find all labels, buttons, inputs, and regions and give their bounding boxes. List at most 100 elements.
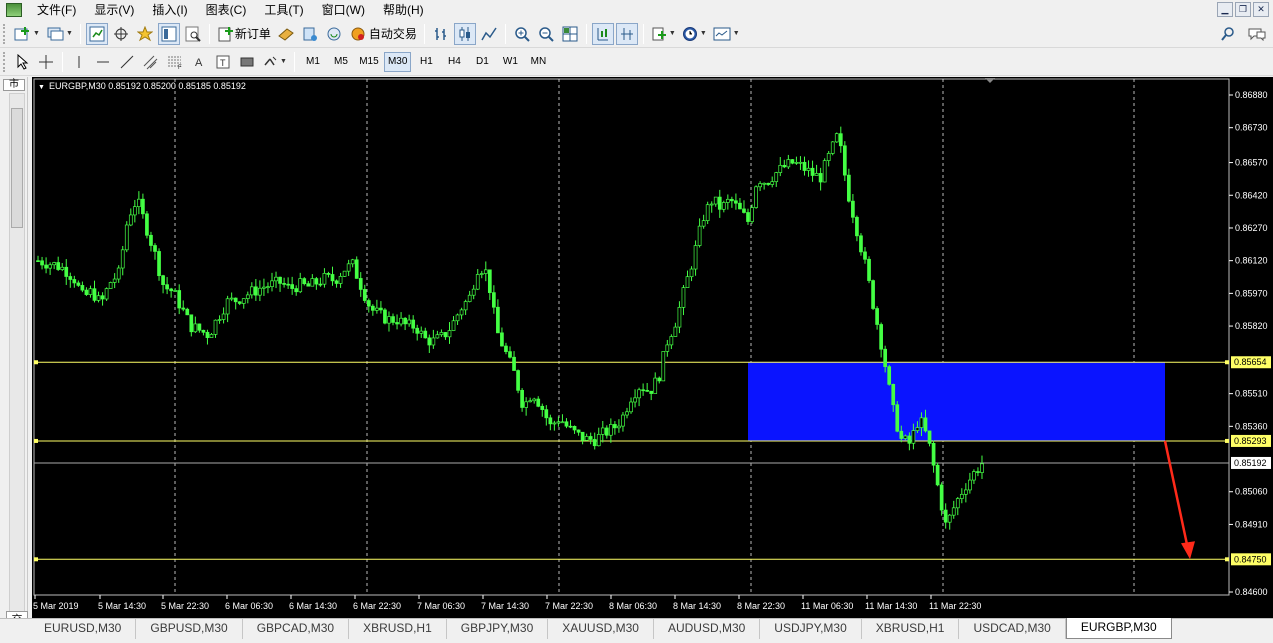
- candle-body: [875, 308, 879, 325]
- candle-body: [754, 186, 758, 208]
- profiles-button[interactable]: ▼: [44, 23, 75, 45]
- zoom-in-button[interactable]: [511, 23, 533, 45]
- chart-tab[interactable]: AUDUSD,M30: [654, 619, 761, 639]
- candle-body: [810, 167, 815, 176]
- candle-body: [963, 489, 968, 495]
- timeframe-m15[interactable]: M15: [356, 52, 382, 72]
- candle-body: [774, 172, 779, 183]
- navigator-button[interactable]: [134, 23, 156, 45]
- candlestick-button[interactable]: [453, 22, 476, 45]
- search-icon[interactable]: [1221, 26, 1235, 41]
- candle-body: [366, 300, 371, 307]
- fibonacci-tool[interactable]: F: [164, 51, 186, 73]
- candle-body: [540, 405, 545, 410]
- menu-help[interactable]: 帮助(H): [374, 0, 433, 20]
- text-tool[interactable]: A: [188, 51, 210, 73]
- auto-trading-button[interactable]: 自动交易: [347, 23, 419, 45]
- market-watch-button[interactable]: [85, 22, 108, 45]
- timeframe-m1[interactable]: M1: [300, 52, 326, 72]
- chart-tab[interactable]: USDJPY,M30: [760, 619, 862, 639]
- chart-tab[interactable]: GBPUSD,M30: [136, 619, 243, 639]
- minimize-button[interactable]: ▁: [1217, 2, 1233, 17]
- arrows-tool[interactable]: ▼: [260, 51, 289, 73]
- chart-tab[interactable]: XAUUSD,M30: [548, 619, 654, 639]
- vertical-line-tool[interactable]: [68, 51, 90, 73]
- bar-chart-button[interactable]: [430, 23, 452, 45]
- line-chart-button[interactable]: [478, 23, 500, 45]
- new-order-button[interactable]: 新订单: [215, 23, 273, 45]
- y-axis-label: 0.86420: [1235, 190, 1268, 200]
- timeframe-w1[interactable]: W1: [497, 52, 523, 72]
- chart-tab[interactable]: XBRUSD,H1: [349, 619, 447, 639]
- candle-body: [141, 198, 145, 215]
- menu-chart[interactable]: 图表(C): [197, 0, 256, 20]
- cursor-tool[interactable]: [11, 51, 33, 73]
- candle-body: [887, 366, 892, 385]
- strategy-tester-button[interactable]: [182, 23, 204, 45]
- app-icon[interactable]: [6, 3, 22, 17]
- chart-tab-active[interactable]: EURGBP,M30: [1065, 618, 1172, 639]
- market-watch-tab[interactable]: 市: [3, 79, 25, 91]
- chart-tab[interactable]: EURUSD,M30: [30, 619, 137, 639]
- auto-scroll-button[interactable]: [591, 22, 614, 45]
- chart-collapse-icon[interactable]: ▼: [38, 84, 45, 91]
- candle-body: [738, 202, 742, 210]
- trendline-tool[interactable]: [116, 51, 138, 73]
- horizontal-line-tool[interactable]: [92, 51, 114, 73]
- tile-windows-button[interactable]: [559, 23, 581, 45]
- zoom-out-button[interactable]: [535, 23, 557, 45]
- candle-body: [532, 398, 537, 402]
- chart-shift-button[interactable]: [615, 22, 638, 45]
- indicators-button[interactable]: ▼: [649, 23, 678, 45]
- chart-tab[interactable]: GBPCAD,M30: [243, 619, 350, 639]
- periods-button[interactable]: ▼: [680, 23, 709, 45]
- x-axis-label: 8 Mar 22:30: [737, 601, 785, 611]
- menu-insert[interactable]: 插入(I): [143, 0, 196, 20]
- new-chart-button[interactable]: ▼: [11, 23, 42, 45]
- restore-button[interactable]: ❐: [1235, 2, 1251, 17]
- candle-body: [717, 196, 722, 210]
- data-window-button[interactable]: [110, 23, 132, 45]
- chart-window[interactable]: 0.86880 0.86730 0.86570 0.86420 0.86270 0.861…: [32, 77, 1273, 618]
- text-label-tool[interactable]: T: [212, 51, 234, 73]
- candle-body: [830, 141, 835, 154]
- candle-body: [701, 220, 706, 227]
- timeframe-h4[interactable]: H4: [441, 52, 467, 72]
- timeframe-h1[interactable]: H1: [413, 52, 439, 72]
- toolbar-grip-2[interactable]: [3, 51, 7, 72]
- candle-body: [661, 351, 666, 382]
- rectangle-tool[interactable]: [236, 51, 258, 73]
- candle-body: [451, 320, 456, 331]
- chart-tab[interactable]: GBPJPY,M30: [447, 619, 549, 639]
- menu-tools[interactable]: 工具(T): [255, 0, 312, 20]
- candle-body: [496, 306, 500, 334]
- metaeditor-button[interactable]: [275, 23, 297, 45]
- market-button[interactable]: [323, 23, 345, 45]
- crosshair-tool[interactable]: [35, 51, 57, 73]
- new-chart-icon: [14, 26, 29, 40]
- chat-icon[interactable]: [1247, 27, 1267, 41]
- signals-button[interactable]: [299, 23, 321, 45]
- menu-window[interactable]: 窗口(W): [313, 0, 374, 20]
- panel-scroll-thumb[interactable]: [11, 108, 23, 228]
- equidistant-channel-tool[interactable]: [140, 51, 162, 73]
- timeframe-m30[interactable]: M30: [383, 51, 412, 72]
- panel-scrollbar[interactable]: [9, 93, 25, 613]
- candle-body: [395, 322, 399, 325]
- candle-body: [274, 276, 278, 282]
- toolbar-grip[interactable]: [3, 23, 7, 44]
- candle-body: [834, 133, 839, 143]
- close-button[interactable]: ✕: [1253, 2, 1269, 17]
- timeframe-mn[interactable]: MN: [525, 52, 551, 72]
- timeframe-m5[interactable]: M5: [328, 52, 354, 72]
- x-axis-label: 7 Mar 06:30: [417, 601, 465, 611]
- menu-file[interactable]: 文件(F): [28, 0, 85, 20]
- chart-tab[interactable]: USDCAD,M30: [959, 619, 1066, 639]
- candle-body: [927, 430, 932, 444]
- timeframe-d1[interactable]: D1: [469, 52, 495, 72]
- terminal-button[interactable]: [157, 22, 180, 45]
- templates-button[interactable]: ▼: [711, 23, 742, 45]
- menu-view[interactable]: 显示(V): [85, 0, 143, 20]
- chart-canvas[interactable]: 0.86880 0.86730 0.86570 0.86420 0.86270 0.861…: [32, 77, 1273, 618]
- chart-tab[interactable]: XBRUSD,H1: [862, 619, 960, 639]
